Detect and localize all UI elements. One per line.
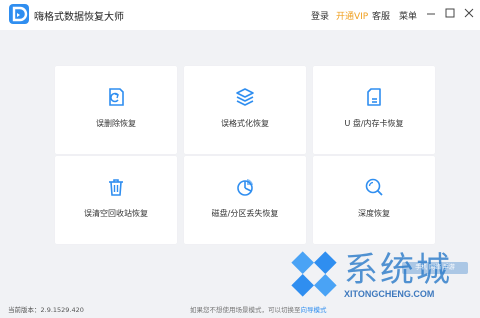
watermark-url: XITONGCHENG.COM: [344, 289, 435, 299]
app-title: 嗨格式数据恢复大师: [34, 12, 124, 23]
watermark-pill: 手机 网络 手游: [402, 262, 468, 274]
service-link[interactable]: 客服: [372, 9, 390, 22]
pie-partition-icon: [234, 176, 256, 198]
card-label: 误删除恢复: [96, 119, 136, 128]
deep-search-icon: [363, 176, 385, 198]
card-label: 深度恢复: [358, 209, 390, 218]
card-recycle-bin-recovery[interactable]: 误清空回收站恢复: [55, 156, 177, 244]
card-deep-recovery[interactable]: 深度恢复: [313, 156, 435, 244]
card-usb-recovery[interactable]: U 盘/内存卡恢复: [313, 66, 435, 154]
card-label: 误格式化恢复: [221, 119, 269, 128]
card-label: 磁盘/分区丢失恢复: [211, 209, 279, 218]
card-deleted-recovery[interactable]: 误删除恢复: [55, 66, 177, 154]
maximize-icon[interactable]: [443, 6, 457, 20]
minimize-icon[interactable]: [424, 6, 438, 20]
card-label: U 盘/内存卡恢复: [344, 119, 404, 128]
sd-card-icon: [363, 86, 385, 108]
title-bar: 嗨格式数据恢复大师 登录 开通VIP 客服 菜单: [0, 0, 480, 30]
layers-icon: [234, 86, 256, 108]
card-format-recovery[interactable]: 误格式化恢复: [184, 66, 306, 154]
watermark-logo-icon: [284, 244, 344, 308]
recycle-restore-icon: [105, 86, 127, 108]
menu-link[interactable]: 菜单: [399, 9, 417, 22]
close-icon[interactable]: [462, 6, 476, 20]
login-link[interactable]: 登录: [311, 9, 329, 22]
app-logo-icon: [9, 4, 29, 24]
trash-icon: [105, 176, 127, 198]
card-partition-recovery[interactable]: 磁盘/分区丢失恢复: [184, 156, 306, 244]
version-text: 当前版本：2.9.1529.420: [8, 306, 84, 314]
card-label: 误清空回收站恢复: [84, 209, 148, 218]
vip-link[interactable]: 开通VIP: [336, 9, 368, 22]
